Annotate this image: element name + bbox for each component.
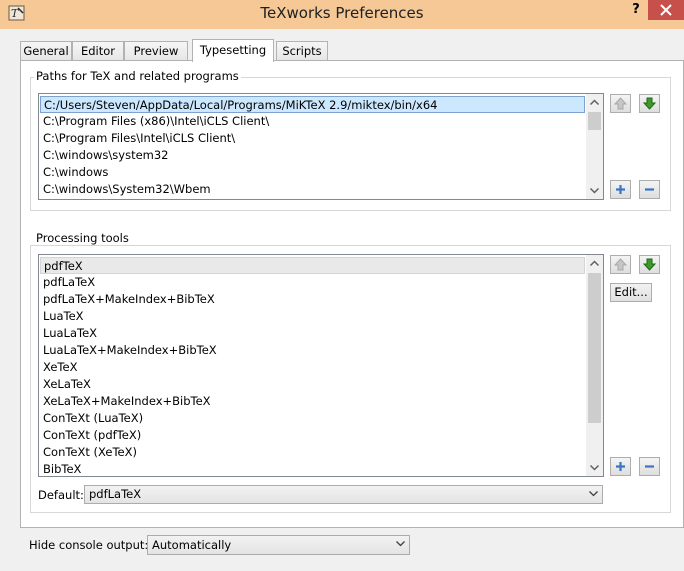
chevron-down-icon bbox=[396, 541, 405, 547]
tools-list-item[interactable]: LuaTeX bbox=[43, 308, 84, 324]
paths-add-button[interactable] bbox=[610, 180, 631, 199]
tools-edit-button[interactable]: Edit... bbox=[610, 283, 652, 302]
scroll-thumb[interactable] bbox=[588, 112, 601, 130]
window-title: TeXworks Preferences bbox=[260, 4, 424, 22]
tab-general[interactable]: General bbox=[20, 41, 72, 60]
close-button[interactable] bbox=[648, 0, 684, 20]
chevron-down-icon bbox=[589, 491, 598, 497]
tools-add-button[interactable] bbox=[610, 457, 631, 476]
paths-list-item[interactable]: C:\Program Files (x86)\Intel\iCLS Client… bbox=[43, 113, 269, 129]
plus-icon bbox=[616, 185, 625, 194]
scroll-down-arrow-icon[interactable] bbox=[586, 459, 603, 476]
paths-list-item[interactable]: C:\windows\system32 bbox=[43, 147, 168, 163]
tools-list-item[interactable]: BibTeX bbox=[43, 461, 81, 476]
tools-list-item[interactable]: pdfLaTeX+MakeIndex+BibTeX bbox=[43, 291, 215, 307]
paths-list-item[interactable]: C:\windows bbox=[43, 164, 108, 180]
tab-typesetting[interactable]: Typesetting bbox=[192, 39, 274, 62]
hide-console-value: Automatically bbox=[152, 538, 232, 552]
up-arrow-icon bbox=[613, 97, 628, 110]
plus-icon bbox=[616, 462, 625, 471]
tools-list-item[interactable]: XeLaTeX+MakeIndex+BibTeX bbox=[43, 393, 211, 409]
paths-group-title: Paths for TeX and related programs bbox=[34, 69, 241, 83]
paths-remove-button[interactable] bbox=[639, 180, 660, 199]
help-button[interactable]: ? bbox=[626, 1, 646, 21]
tools-list-item[interactable]: ConTeXt (pdfTeX) bbox=[43, 427, 141, 443]
paths-scrollbar[interactable] bbox=[586, 94, 603, 199]
up-arrow-icon bbox=[613, 258, 628, 271]
down-arrow-icon bbox=[642, 97, 657, 110]
down-arrow-icon bbox=[642, 258, 657, 271]
tools-move-down-button[interactable] bbox=[639, 255, 660, 274]
minus-icon bbox=[645, 465, 654, 468]
hide-console-select[interactable]: Automatically bbox=[147, 535, 410, 555]
tools-list[interactable]: pdfTeX pdfLaTeX pdfLaTeX+MakeIndex+BibTe… bbox=[38, 254, 604, 477]
scroll-down-arrow-icon[interactable] bbox=[586, 182, 603, 199]
tools-list-item-selected[interactable]: pdfTeX bbox=[40, 257, 585, 274]
paths-list[interactable]: C:/Users/Steven/AppData/Local/Programs/M… bbox=[38, 93, 604, 200]
scroll-up-arrow-icon[interactable] bbox=[586, 94, 603, 111]
scroll-up-arrow-icon[interactable] bbox=[586, 255, 603, 272]
tools-list-item[interactable]: ConTeXt (LuaTeX) bbox=[43, 410, 143, 426]
hide-console-label: Hide console output: bbox=[29, 538, 149, 552]
paths-move-up-button[interactable] bbox=[610, 94, 631, 113]
paths-list-item[interactable]: C:\windows\System32\Wbem bbox=[43, 181, 211, 197]
title-bar: T TeXworks Preferences ? bbox=[0, 0, 684, 29]
tools-group-title: Processing tools bbox=[34, 231, 131, 245]
default-tool-label: Default: bbox=[38, 488, 84, 502]
tools-scrollbar[interactable] bbox=[586, 255, 603, 476]
tools-list-item[interactable]: pdfLaTeX bbox=[43, 274, 95, 290]
tools-list-item[interactable]: LuaLaTeX+MakeIndex+BibTeX bbox=[43, 342, 217, 358]
tab-editor[interactable]: Editor bbox=[72, 41, 124, 60]
paths-list-item[interactable]: C:\Program Files\Intel\iCLS Client\ bbox=[43, 130, 235, 146]
tools-list-item[interactable]: XeTeX bbox=[43, 359, 77, 375]
minus-icon bbox=[645, 188, 654, 191]
tools-list-item[interactable]: LuaLaTeX bbox=[43, 325, 97, 341]
tools-list-item[interactable]: XeLaTeX bbox=[43, 376, 91, 392]
tools-list-item[interactable]: ConTeXt (XeTeX) bbox=[43, 444, 137, 460]
default-tool-value: pdfLaTeX bbox=[89, 487, 142, 501]
paths-move-down-button[interactable] bbox=[639, 94, 660, 113]
tools-move-up-button[interactable] bbox=[610, 255, 631, 274]
scroll-thumb[interactable] bbox=[588, 273, 601, 423]
tools-remove-button[interactable] bbox=[639, 457, 660, 476]
default-tool-select[interactable]: pdfLaTeX bbox=[84, 485, 603, 504]
tab-preview[interactable]: Preview bbox=[124, 41, 188, 60]
close-icon bbox=[660, 4, 672, 16]
paths-list-item-selected[interactable]: C:/Users/Steven/AppData/Local/Programs/M… bbox=[40, 96, 585, 113]
tab-scripts[interactable]: Scripts bbox=[276, 41, 328, 60]
